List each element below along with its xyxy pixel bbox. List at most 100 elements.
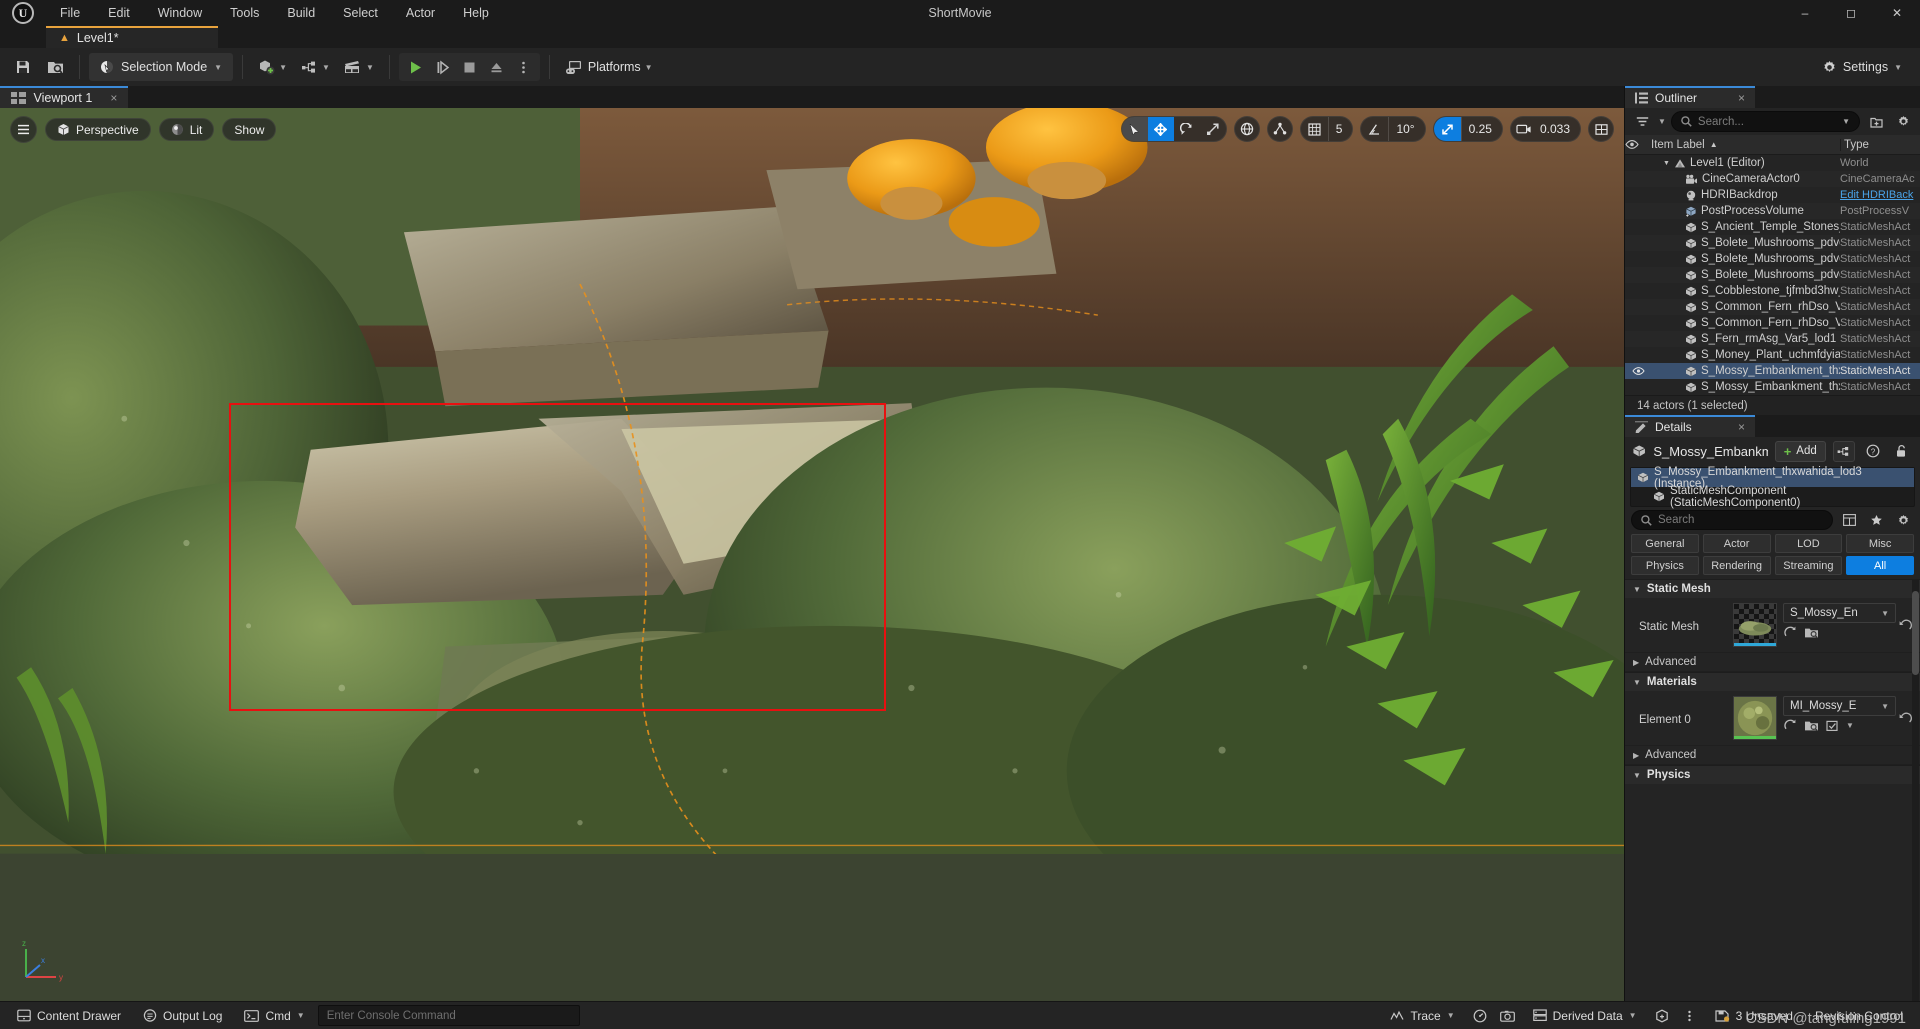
unreal-logo-icon[interactable]: U bbox=[0, 0, 46, 26]
tab-details[interactable]: Details × bbox=[1625, 415, 1755, 437]
add-folder-icon[interactable] bbox=[1865, 111, 1887, 132]
expander-icon[interactable]: ▼ bbox=[1663, 160, 1670, 167]
static-mesh-selector[interactable]: S_Mossy_En ▼ bbox=[1783, 603, 1896, 623]
tab-outliner[interactable]: Outliner × bbox=[1625, 86, 1755, 108]
folder-icon[interactable] bbox=[1804, 719, 1819, 732]
material-thumbnail[interactable] bbox=[1733, 696, 1777, 740]
revision-control-button[interactable]: Revision Control bbox=[1806, 1005, 1912, 1027]
column-header-type[interactable]: Type bbox=[1840, 138, 1920, 151]
chevron-down-icon[interactable]: ▼ bbox=[1842, 117, 1850, 126]
filter-icon[interactable] bbox=[1631, 111, 1653, 132]
menu-build[interactable]: Build bbox=[273, 0, 329, 26]
outliner-row[interactable]: S_Money_Plant_uchmfdyia_VaStaticMeshAct bbox=[1625, 347, 1920, 363]
close-icon[interactable]: × bbox=[110, 91, 117, 105]
more-icon[interactable] bbox=[1678, 1005, 1702, 1027]
menu-select[interactable]: Select bbox=[329, 0, 392, 26]
lit-button[interactable]: Lit bbox=[158, 118, 215, 141]
details-scrollbar-thumb[interactable] bbox=[1912, 591, 1919, 675]
use-selected-icon[interactable] bbox=[1826, 720, 1839, 732]
content-drawer-button[interactable]: Content Drawer bbox=[8, 1005, 130, 1027]
browse-icon[interactable] bbox=[1783, 626, 1797, 639]
filter-chip-lod[interactable]: LOD bbox=[1774, 534, 1843, 553]
perspective-button[interactable]: Perspective bbox=[45, 118, 151, 141]
viewport-layout-icon[interactable] bbox=[1588, 116, 1614, 142]
filter-chip-physics[interactable]: Physics bbox=[1631, 556, 1699, 575]
outliner-row[interactable]: S_Bolete_Mushrooms_pdvcB_StaticMeshAct bbox=[1625, 235, 1920, 251]
outliner-row[interactable]: S_Mossy_Embankment_thxwaStaticMeshAct bbox=[1625, 363, 1920, 379]
add-component-button[interactable]: + Add bbox=[1774, 440, 1826, 462]
close-icon[interactable]: × bbox=[1724, 91, 1745, 105]
details-search-input[interactable]: Search bbox=[1631, 510, 1833, 530]
scale-gizmo-icon[interactable] bbox=[1200, 117, 1226, 141]
menu-tools[interactable]: Tools bbox=[216, 0, 273, 26]
close-icon[interactable]: ✕ bbox=[1874, 0, 1920, 26]
outliner-row[interactable]: S_Common_Fern_rhDso_Var3.StaticMeshAct bbox=[1625, 315, 1920, 331]
cursor-select-icon[interactable] bbox=[1121, 117, 1148, 141]
menu-edit[interactable]: Edit bbox=[94, 0, 144, 26]
visibility-eye-icon[interactable] bbox=[1625, 367, 1651, 375]
cinematics-button[interactable]: ▼ bbox=[338, 53, 380, 81]
tab-level1[interactable]: ▲ Level1* bbox=[46, 26, 218, 48]
outliner-row[interactable]: S_Ancient_Temple_Stones_tixStaticMeshAct bbox=[1625, 219, 1920, 235]
outliner-row[interactable]: S_Bolete_Mushrooms_pdvcB_StaticMeshAct bbox=[1625, 251, 1920, 267]
maximize-icon[interactable]: ◻ bbox=[1828, 0, 1874, 26]
filter-chip-misc[interactable]: Misc bbox=[1846, 534, 1914, 553]
outliner-row[interactable]: S_Fern_rmAsg_Var5_lod1 StaticMeshAct bbox=[1625, 331, 1920, 347]
world-coords-icon[interactable] bbox=[1233, 116, 1260, 142]
blueprint-icon[interactable] bbox=[1832, 440, 1855, 462]
grid-snap-value[interactable]: 5 bbox=[1327, 117, 1353, 141]
minimize-icon[interactable]: – bbox=[1782, 0, 1828, 26]
outliner-row[interactable]: ▼ Level1 (Editor) World bbox=[1625, 155, 1920, 171]
scale-snap-control[interactable]: 0.25 bbox=[1432, 116, 1503, 142]
chevron-down-icon[interactable]: ▼ bbox=[1846, 721, 1854, 730]
filter-chip-general[interactable]: General bbox=[1631, 534, 1699, 553]
outliner-search-input[interactable]: Search... ▼ bbox=[1670, 111, 1860, 132]
surface-snap-icon[interactable] bbox=[1266, 116, 1293, 142]
help-icon[interactable]: ? bbox=[1862, 441, 1884, 462]
create-actor-button[interactable]: ▼ bbox=[252, 53, 293, 81]
static-mesh-advanced[interactable]: ▶ Advanced bbox=[1625, 653, 1920, 672]
grid-snap-control[interactable]: 5 bbox=[1299, 116, 1354, 142]
columns-icon[interactable] bbox=[1838, 510, 1860, 531]
materials-advanced[interactable]: ▶ Advanced bbox=[1625, 746, 1920, 765]
menu-actor[interactable]: Actor bbox=[392, 0, 449, 26]
gear-icon[interactable] bbox=[1892, 510, 1914, 531]
unlock-icon[interactable] bbox=[1891, 441, 1913, 462]
outliner-row[interactable]: PostProcessVolume PostProcessV bbox=[1625, 203, 1920, 219]
viewport-3d[interactable]: Perspective Lit Show 5 10° 0.25 0.033 z … bbox=[0, 108, 1624, 1001]
eject-icon[interactable] bbox=[483, 54, 510, 80]
outliner-row[interactable]: S_Bolete_Mushrooms_pdvcB_StaticMeshAct bbox=[1625, 267, 1920, 283]
gear-icon[interactable] bbox=[1892, 111, 1914, 132]
filter-chip-streaming[interactable]: Streaming bbox=[1774, 556, 1843, 575]
stop-icon[interactable] bbox=[456, 54, 483, 80]
filter-chip-rendering[interactable]: Rendering bbox=[1702, 556, 1771, 575]
mesh-thumbnail[interactable] bbox=[1733, 603, 1777, 647]
output-log-button[interactable]: Output Log bbox=[134, 1005, 231, 1027]
angle-snap-value[interactable]: 10° bbox=[1388, 117, 1424, 141]
section-physics[interactable]: ▼ Physics bbox=[1625, 765, 1920, 784]
performance-icon[interactable] bbox=[1468, 1005, 1492, 1027]
tab-viewport-1[interactable]: Viewport 1 × bbox=[0, 86, 129, 108]
outliner-row[interactable]: CineCameraActor0 CineCameraAc bbox=[1625, 171, 1920, 187]
scale-snap-value[interactable]: 0.25 bbox=[1460, 117, 1502, 141]
outliner-row[interactable]: S_Common_Fern_rhDso_Var1.StaticMeshAct bbox=[1625, 299, 1920, 315]
component-row[interactable]: StaticMeshComponent (StaticMeshComponent… bbox=[1631, 485, 1914, 509]
translate-gizmo-icon[interactable] bbox=[1147, 117, 1174, 141]
filter-chip-actor[interactable]: Actor bbox=[1702, 534, 1771, 553]
outliner-row[interactable]: S_Cobblestone_tjfmbd3hw_lodStaticMeshAct bbox=[1625, 283, 1920, 299]
platforms-button[interactable]: Platforms ▼ bbox=[559, 53, 659, 81]
console-command-input[interactable]: Enter Console Command bbox=[317, 1005, 580, 1026]
browse-icon[interactable] bbox=[1783, 719, 1797, 732]
details-properties[interactable]: ▼ Static Mesh Static Mesh S_Mossy_En ▼ ▶… bbox=[1625, 579, 1920, 1001]
filter-chevron-icon[interactable]: ▼ bbox=[1658, 117, 1666, 126]
source-control-icon[interactable] bbox=[1650, 1005, 1674, 1027]
cmd-button[interactable]: Cmd ▼ bbox=[235, 1005, 313, 1027]
filter-chip-all[interactable]: All bbox=[1846, 556, 1914, 575]
close-icon[interactable]: × bbox=[1724, 420, 1745, 434]
blueprints-button[interactable]: ▼ bbox=[295, 53, 336, 81]
more-options-icon[interactable] bbox=[510, 54, 537, 80]
rotate-gizmo-icon[interactable] bbox=[1174, 117, 1200, 141]
star-icon[interactable] bbox=[1865, 510, 1887, 531]
angle-snap-control[interactable]: 10° bbox=[1360, 116, 1426, 142]
save-icon[interactable] bbox=[8, 53, 38, 81]
